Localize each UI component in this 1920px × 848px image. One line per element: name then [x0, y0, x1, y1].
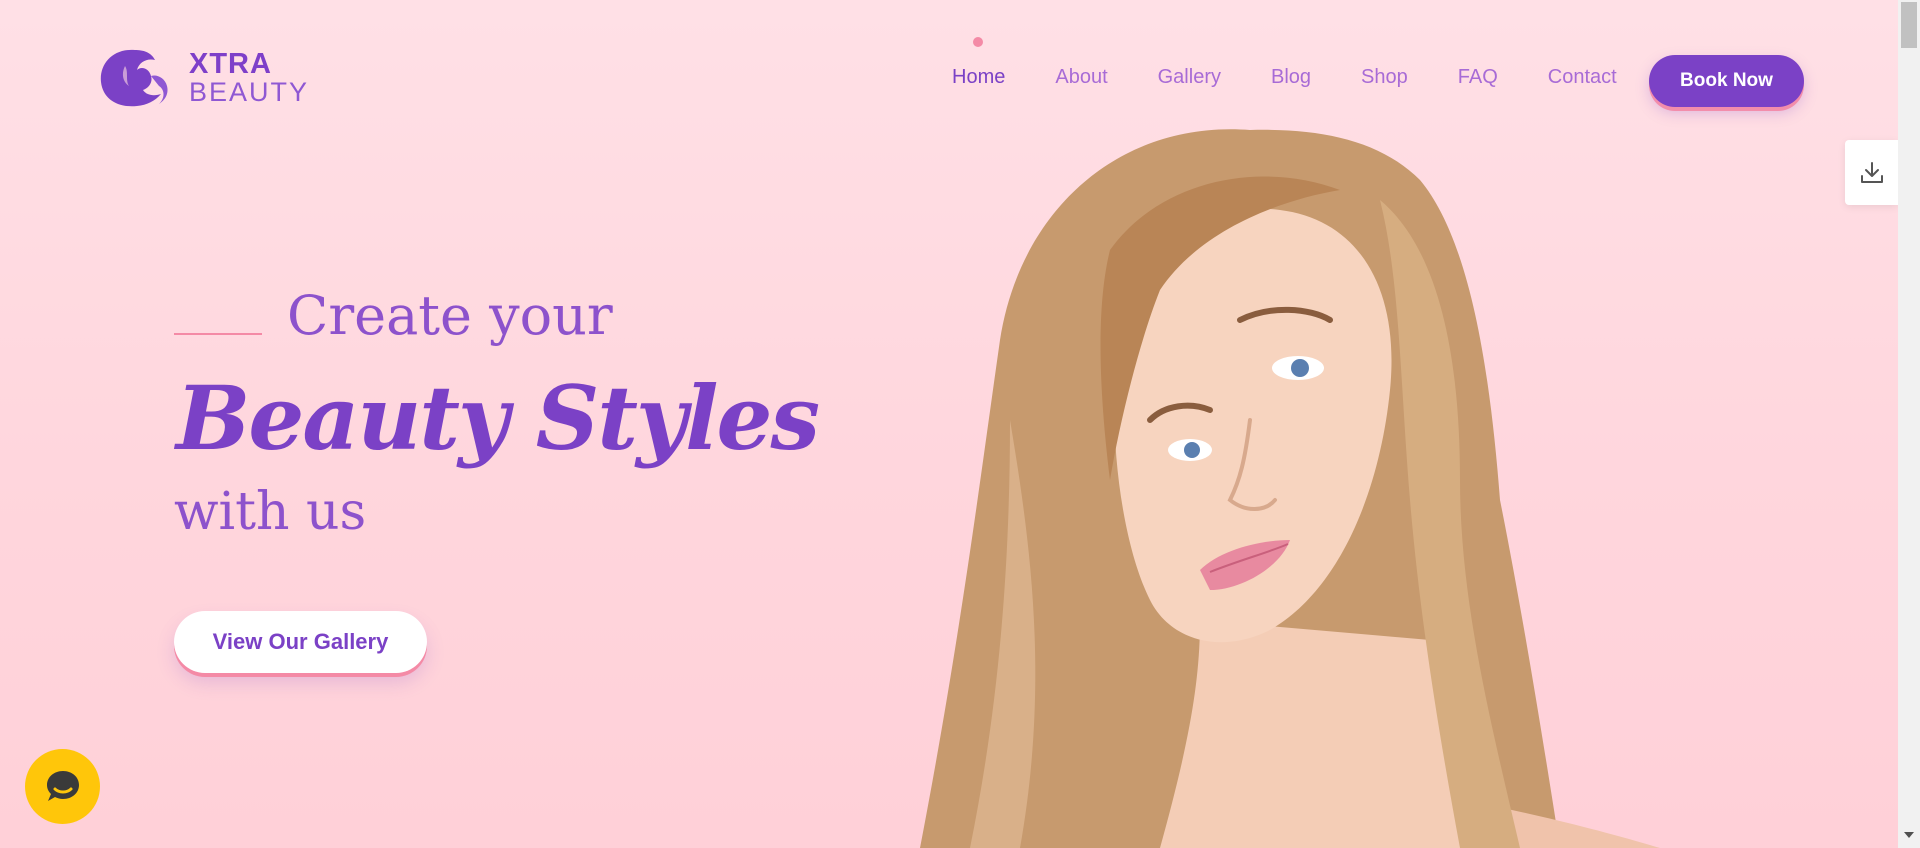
brand-name-line1: XTRA	[189, 48, 272, 80]
download-icon	[1860, 161, 1883, 183]
main-nav: Home About Gallery Blog Shop FAQ Contact	[952, 66, 1667, 89]
chat-bubble-icon	[46, 770, 79, 801]
scroll-down-arrow-icon[interactable]	[1904, 832, 1914, 838]
heading-accent-line	[174, 333, 262, 335]
active-nav-indicator	[973, 37, 983, 47]
side-download-tab[interactable]	[1845, 140, 1898, 205]
hero-heading-line3: with us	[174, 482, 367, 542]
woman-silhouette-icon	[100, 49, 168, 107]
hero-heading-line2: Beauty Styles	[176, 366, 820, 470]
nav-item-about[interactable]: About	[1055, 66, 1107, 89]
nav-item-contact[interactable]: Contact	[1548, 66, 1617, 89]
brand-wordmark: XTRA BEAUTY	[189, 48, 310, 107]
nav-item-faq[interactable]: FAQ	[1458, 66, 1498, 89]
hero-model-image	[920, 129, 1660, 848]
nav-item-blog[interactable]: Blog	[1271, 66, 1311, 89]
nav-item-home[interactable]: Home	[952, 66, 1005, 89]
nav-item-gallery[interactable]: Gallery	[1158, 66, 1221, 89]
brand-logo[interactable]: XTRA BEAUTY	[95, 46, 309, 110]
page-scrollbar[interactable]	[1898, 0, 1920, 848]
page: XTRA BEAUTY Home About Gallery Blog Shop…	[0, 0, 1898, 848]
nav-item-shop[interactable]: Shop	[1361, 66, 1408, 89]
view-gallery-button[interactable]: View Our Gallery	[174, 611, 427, 673]
scrollbar-thumb[interactable]	[1901, 2, 1917, 48]
hero-heading-line1: Create your	[287, 284, 613, 347]
brand-name-line2: BEAUTY	[189, 77, 310, 107]
chat-launcher-button[interactable]	[25, 749, 100, 824]
book-now-button[interactable]: Book Now	[1649, 55, 1804, 107]
